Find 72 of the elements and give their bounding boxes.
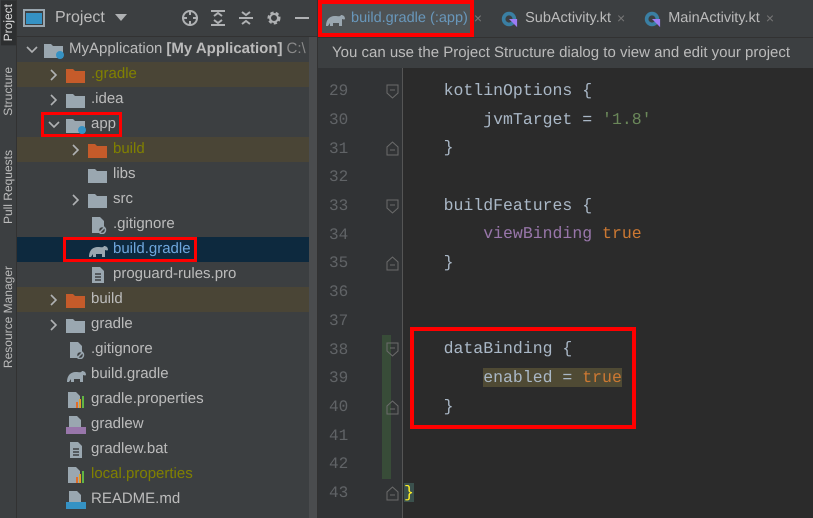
tree-row[interactable]: README.md — [17, 487, 309, 512]
file-name: .gitignore — [113, 214, 175, 234]
tree-row[interactable]: gradlew.bat — [17, 437, 309, 462]
file-name: .gitignore — [91, 339, 153, 360]
markdown-file-icon — [65, 490, 87, 508]
locate-icon[interactable] — [181, 9, 199, 27]
file-name: app — [91, 114, 116, 134]
window-icon — [23, 9, 45, 27]
tree-row[interactable]: build.gradle — [17, 362, 309, 387]
fold-start-icon[interactable] — [386, 84, 399, 99]
file-name: build.gradle — [113, 239, 191, 260]
code-line: enabled = true — [482, 366, 622, 389]
tree-row[interactable]: proguard-rules.pro — [17, 262, 309, 287]
scrollbar[interactable] — [309, 37, 317, 518]
tool-window-tab[interactable]: Resource Manager — [0, 262, 16, 372]
file-name: src — [113, 189, 133, 210]
code-line: } — [442, 137, 454, 160]
file-name: build.gradle — [91, 364, 169, 384]
code-line: dataBinding { — [442, 338, 572, 360]
editor-tab[interactable]: SubActivity.kt — [492, 0, 618, 37]
file-name: local.properties — [91, 464, 193, 484]
properties-file-icon — [65, 466, 87, 484]
code-line: } — [442, 396, 454, 418]
tree-row[interactable]: libs — [17, 162, 309, 187]
fold-end-icon[interactable] — [386, 141, 399, 156]
properties-file-icon — [65, 390, 87, 408]
info-banner: You can use the Project Structure dialog to view and edit your project — [318, 37, 813, 68]
file-name: gradle — [91, 314, 133, 334]
panel-title[interactable]: Project — [55, 6, 105, 30]
tool-window-tab[interactable]: Project — [0, 0, 16, 46]
tool-window-tab[interactable]: Pull Requests — [0, 146, 16, 228]
file-name: gradlew — [91, 414, 144, 434]
file-name: README.md — [91, 489, 180, 510]
fold-end-icon[interactable] — [386, 400, 399, 415]
tree-row[interactable]: src — [17, 187, 309, 212]
file-path: C:\ — [286, 39, 306, 60]
file-name: build — [91, 289, 123, 310]
collapse-all-icon[interactable] — [237, 9, 255, 27]
tree-row[interactable]: gradlew — [17, 412, 309, 437]
tree-row[interactable]: gradle — [17, 312, 309, 337]
file-name: libs — [113, 164, 136, 184]
file-name: .idea — [91, 89, 124, 110]
tree-row[interactable]: gradle.properties — [17, 387, 309, 412]
tool-window-tab[interactable]: Structure — [0, 63, 16, 120]
code-line: } — [442, 252, 454, 274]
fold-start-icon[interactable] — [386, 198, 399, 214]
tree-row[interactable]: app — [17, 112, 309, 137]
code-line: buildFeatures { — [442, 194, 592, 217]
fold-end-icon[interactable] — [386, 256, 399, 272]
file-name: build — [113, 139, 145, 160]
file-name: .gradle — [91, 64, 137, 84]
file-name: proguard-rules.pro — [113, 264, 236, 284]
tree-row[interactable]: .idea — [17, 87, 309, 112]
tree-row[interactable]: .gitignore — [17, 212, 309, 237]
code-line: jvmTarget = '1.8' — [482, 108, 652, 131]
file-name: MyApplication — [69, 39, 162, 60]
fold-end-icon[interactable] — [386, 486, 399, 501]
tree-row[interactable]: MyApplication [My Application] C:\ — [17, 37, 309, 62]
file-name: gradlew.bat — [91, 439, 168, 460]
file-name: gradle.properties — [91, 389, 204, 410]
editor-tab[interactable]: MainActivity.kt — [635, 0, 766, 37]
tree-row[interactable]: .gitignore — [17, 337, 309, 362]
expand-all-icon[interactable] — [209, 9, 227, 27]
settings-icon[interactable] — [265, 9, 283, 27]
tree-row[interactable]: build.gradle — [17, 237, 309, 262]
script-file-icon — [65, 416, 87, 434]
fold-start-icon[interactable] — [386, 342, 399, 358]
caret-icon — [114, 14, 127, 22]
code-line: viewBinding true — [482, 223, 642, 246]
tree-row[interactable]: build — [17, 287, 309, 312]
code-line: kotlinOptions { — [442, 80, 592, 102]
module-name: [My Application] — [166, 39, 282, 60]
